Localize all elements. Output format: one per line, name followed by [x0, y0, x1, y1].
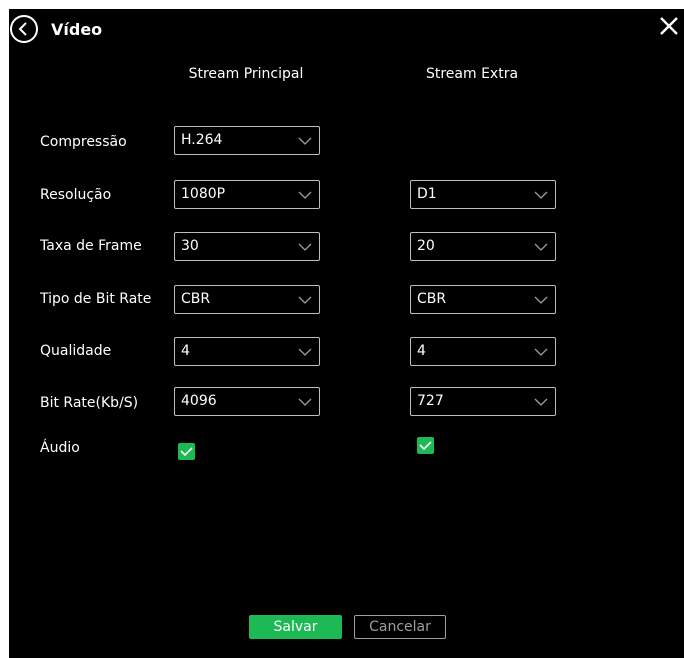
- quality-label: Qualidade: [40, 343, 112, 359]
- chevron-down-icon: [298, 243, 312, 251]
- audio-extra-checkbox[interactable]: [417, 437, 434, 454]
- save-button[interactable]: Salvar: [249, 615, 342, 639]
- chevron-down-icon: [298, 398, 312, 406]
- quality-principal-select[interactable]: 4: [174, 337, 320, 366]
- chevron-down-icon: [298, 296, 312, 304]
- chevron-down-icon: [298, 191, 312, 199]
- quality-extra-select[interactable]: 4: [410, 337, 556, 366]
- select-value: CBR: [181, 291, 211, 307]
- select-value: 4: [181, 343, 190, 359]
- compression-principal-select[interactable]: H.264: [174, 126, 320, 155]
- bitrate-type-label: Tipo de Bit Rate: [40, 291, 152, 307]
- select-value: D1: [417, 186, 437, 202]
- chevron-down-icon: [534, 296, 548, 304]
- select-value: H.264: [181, 132, 223, 148]
- chevron-down-icon: [534, 348, 548, 356]
- frame-rate-label: Taxa de Frame: [40, 238, 142, 254]
- bitrate-type-principal-select[interactable]: CBR: [174, 285, 320, 314]
- column-header-extra: Stream Extra: [425, 66, 519, 82]
- select-value: 1080P: [181, 186, 226, 202]
- select-value: 30: [181, 238, 199, 254]
- select-value: 4: [417, 343, 426, 359]
- select-value: 4096: [181, 393, 217, 409]
- audio-label: Áudio: [40, 440, 80, 456]
- chevron-down-icon: [534, 191, 548, 199]
- column-header-principal: Stream Principal: [188, 66, 304, 82]
- dialog-title: Vídeo: [51, 20, 103, 39]
- bitrate-principal-select[interactable]: 4096: [174, 387, 320, 416]
- bitrate-type-extra-select[interactable]: CBR: [410, 285, 556, 314]
- audio-principal-checkbox[interactable]: [178, 443, 195, 460]
- select-value: CBR: [417, 291, 447, 307]
- checkmark-icon: [419, 441, 432, 451]
- video-settings-dialog: Vídeo Stream Principal Stream Extra Comp…: [9, 9, 684, 658]
- cancel-button[interactable]: Cancelar: [354, 615, 446, 639]
- chevron-down-icon: [298, 137, 312, 145]
- checkmark-icon: [180, 447, 193, 457]
- compression-label: Compressão: [40, 134, 127, 150]
- close-icon: [660, 17, 678, 35]
- chevron-down-icon: [298, 348, 312, 356]
- select-value: 727: [417, 393, 444, 409]
- select-value: 20: [417, 238, 435, 254]
- frame-rate-extra-select[interactable]: 20: [410, 232, 556, 261]
- bitrate-label: Bit Rate(Kb/S): [40, 395, 139, 411]
- back-button[interactable]: [10, 15, 38, 43]
- bitrate-extra-select[interactable]: 727: [410, 387, 556, 416]
- frame-rate-principal-select[interactable]: 30: [174, 232, 320, 261]
- resolution-label: Resolução: [40, 187, 112, 203]
- chevron-down-icon: [534, 243, 548, 251]
- close-button[interactable]: [658, 15, 680, 37]
- resolution-principal-select[interactable]: 1080P: [174, 180, 320, 209]
- resolution-extra-select[interactable]: D1: [410, 180, 556, 209]
- chevron-down-icon: [534, 398, 548, 406]
- back-circle-icon: [18, 22, 27, 36]
